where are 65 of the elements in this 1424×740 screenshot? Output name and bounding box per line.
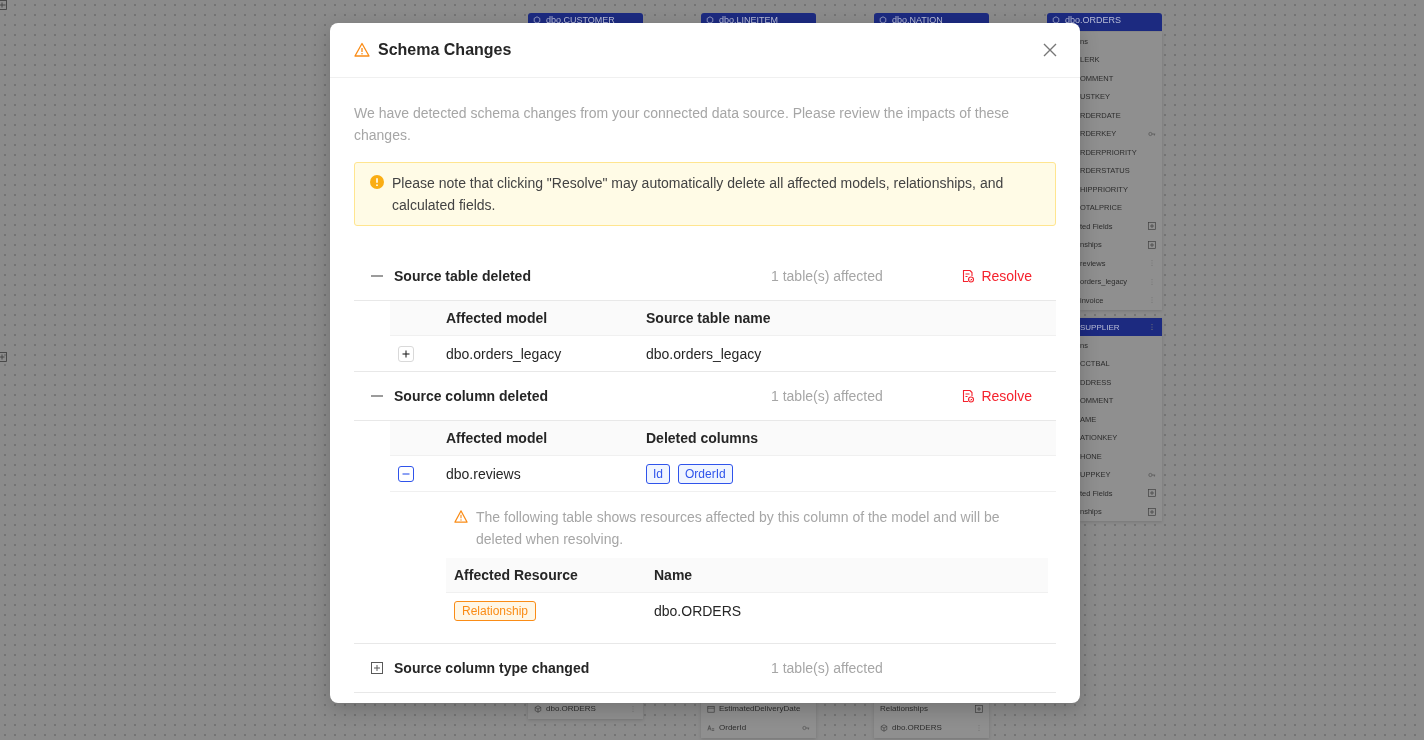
column-tag: Id [646, 463, 670, 484]
key-icon [1148, 129, 1156, 138]
key-icon [1148, 470, 1156, 479]
affected-count: 1 table(s) affected [771, 268, 884, 284]
node-title: SUPPLIER [1080, 322, 1120, 332]
column-header: Affected model [446, 430, 549, 446]
resolve-button[interactable]: Resolve [961, 388, 1032, 404]
affected-count: 1 table(s) affected [771, 660, 884, 676]
more-icon[interactable] [1148, 323, 1156, 331]
node-field: OrderId [719, 723, 798, 732]
add-icon[interactable] [1148, 240, 1156, 249]
section-title: Source column deleted [394, 388, 550, 404]
node-field: Relationships [880, 704, 971, 713]
affected-count: 1 table(s) affected [771, 388, 884, 404]
column-header: Name [654, 567, 694, 583]
add-icon[interactable] [0, 0, 7, 10]
cube-icon [880, 723, 888, 732]
cube-icon [706, 16, 714, 24]
calendar-icon [707, 704, 715, 713]
more-icon[interactable] [629, 704, 637, 713]
column-header: Source table name [646, 310, 772, 326]
expand-icon[interactable] [370, 661, 384, 675]
node-title: dbo.LINEITEM [719, 15, 779, 25]
table-cell-text: dbo.orders_legacy [646, 345, 763, 362]
add-icon[interactable] [1148, 222, 1156, 231]
resource-tag: Relationship [454, 601, 537, 621]
collapse-row-button[interactable] [398, 465, 414, 482]
table-cell-text: dbo.orders_legacy [446, 345, 563, 362]
dialog-title: Schema Changes [378, 41, 513, 59]
section-title: Source column type changed [394, 660, 591, 676]
add-icon[interactable] [1148, 507, 1156, 516]
text-type-icon [707, 723, 715, 732]
column-header: Affected Resource [454, 567, 579, 583]
node-title: dbo.CUSTOMER [546, 15, 615, 25]
node-field: dbo.ORDERS [892, 723, 971, 732]
exclamation-icon [370, 175, 384, 189]
warning-icon [454, 510, 468, 523]
expand-row-button[interactable] [398, 345, 414, 362]
column-header: Affected model [446, 310, 549, 326]
alert-text: Please note that clicking "Resolve" may automatically delete all affected models, relationships, and calculated fields. [392, 174, 1005, 215]
node-field: EstimatedDeliveryDate [719, 704, 810, 713]
resolve-button[interactable]: Resolve [961, 268, 1032, 284]
document-check-icon [961, 269, 976, 283]
plus-icon [401, 348, 411, 359]
table-cell-text: dbo.reviews [446, 465, 522, 482]
add-icon[interactable] [0, 352, 7, 362]
cube-icon [879, 16, 887, 24]
add-icon[interactable] [1148, 489, 1156, 498]
warning-icon [354, 42, 370, 58]
cube-icon [534, 704, 542, 713]
close-icon[interactable] [1042, 42, 1058, 58]
key-icon [802, 723, 810, 732]
cube-icon [533, 16, 541, 24]
note-text: The following table shows resources affected by this column of the model and will be deleted when resolving. [476, 508, 1001, 549]
cube-icon [1052, 16, 1060, 24]
section-title: Source table deleted [394, 268, 532, 284]
document-check-icon [961, 389, 976, 403]
node-title: dbo.NATION [892, 15, 943, 25]
node-title: dbo.ORDERS [1065, 15, 1122, 25]
table-cell-text: dbo.ORDERS [654, 603, 743, 619]
node-field: dbo.ORDERS [546, 704, 625, 713]
add-icon[interactable] [975, 704, 983, 713]
column-header: Deleted columns [646, 430, 760, 446]
column-tag: OrderId [678, 463, 733, 484]
description-text: We have detected schema changes from your connected data source. Please review the impacts of these changes. [354, 104, 1010, 145]
